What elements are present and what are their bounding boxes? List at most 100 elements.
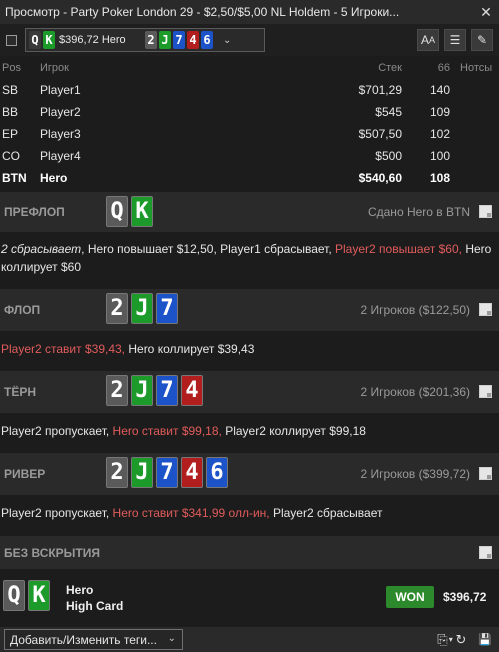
street-label: ФЛОП xyxy=(4,303,41,317)
header-player: Игрок xyxy=(40,62,69,74)
street-info: 2 Игроков ($122,50) xyxy=(360,303,471,317)
result-player: Hero High Card xyxy=(66,582,123,614)
player-hands: 100 xyxy=(429,149,450,163)
playing-card: 7 xyxy=(156,457,178,488)
title-bar: Просмотр - Party Poker London 29 - $2,50… xyxy=(0,0,499,24)
action-text: Player2 ставит $39,43, xyxy=(1,342,126,356)
player-name: Player4 xyxy=(40,149,81,163)
player-stack: $507,50 xyxy=(358,127,402,141)
header-stack: Стек xyxy=(378,62,402,74)
preflop-section: ПРЕФЛОП QK Сдано Hero в BTN xyxy=(0,192,499,232)
header-notes: Нотсы xyxy=(460,62,493,74)
result-player-name: Hero xyxy=(66,583,94,597)
street-info: 2 Игроков ($399,72) xyxy=(360,467,471,481)
list-button[interactable]: ☰ xyxy=(444,29,466,51)
mini-card: 7 xyxy=(173,31,185,49)
player-name: Player2 xyxy=(40,105,81,119)
player-pos: CO xyxy=(2,149,20,163)
player-hands: 140 xyxy=(429,83,450,97)
player-row[interactable]: CO Player4 $500 100 xyxy=(0,145,499,167)
action-text: Player2 сбрасывает xyxy=(269,506,383,520)
result-hand-rank: High Card xyxy=(66,599,124,613)
won-badge: WON xyxy=(386,586,434,608)
refresh-button[interactable]: ↻ xyxy=(452,630,470,649)
playing-card: 6 xyxy=(206,457,228,488)
preflop-cards: QK xyxy=(106,196,153,227)
toolbar: QK $396,72 Hero 2J746 ⌄ AA ☰ ✎ xyxy=(0,24,499,56)
chevron-down-icon: ⌄ xyxy=(223,34,232,46)
mini-card: K xyxy=(43,31,55,49)
close-icon[interactable]: ✕ xyxy=(473,4,499,21)
turn-actions: Player2 пропускает, Hero ставит $99,18, … xyxy=(0,422,499,440)
playing-card: J xyxy=(131,293,153,324)
player-pos: EP xyxy=(2,127,19,141)
street-label: БЕЗ ВСКРЫТИЯ xyxy=(4,546,101,560)
playing-card: J xyxy=(131,457,153,488)
player-hands: 109 xyxy=(429,105,450,119)
street-label: ПРЕФЛОП xyxy=(4,205,65,219)
street-label: РИВЕР xyxy=(4,467,46,481)
action-text: Hero ставит $341,99 олл-ин, xyxy=(112,506,270,520)
chevron-down-icon: ⌄ xyxy=(167,633,176,644)
list-icon: ☰ xyxy=(449,33,461,47)
font-icon: A xyxy=(420,33,429,47)
action-text: 2 сбрасывает xyxy=(1,242,82,256)
flop-cards: 2J7 xyxy=(106,293,178,324)
window-title: Просмотр - Party Poker London 29 - $2,50… xyxy=(5,5,400,19)
player-name: Player3 xyxy=(40,127,81,141)
copy-icon: ⎘ xyxy=(437,631,448,647)
preflop-actions: 2 сбрасывает, Hero повышает $12,50, Play… xyxy=(0,240,499,276)
select-hand-checkbox[interactable] xyxy=(6,34,17,46)
street-label: ТЁРН xyxy=(4,385,37,399)
note-icon[interactable] xyxy=(479,205,492,218)
selector-hole-cards: QK xyxy=(29,31,55,49)
action-text: Player2 коллирует $99,18 xyxy=(221,424,366,438)
font-size-button[interactable]: AA xyxy=(417,29,439,51)
players-table-header: Pos Игрок Стек 66 Нотсы xyxy=(0,58,499,78)
playing-card: 2 xyxy=(106,293,128,324)
playing-card: 4 xyxy=(181,457,203,488)
player-pos: SB xyxy=(2,83,19,97)
save-icon: 💾 xyxy=(478,634,492,646)
player-row[interactable]: EP Player3 $507,50 102 xyxy=(0,123,499,145)
edit-button[interactable]: ✎ xyxy=(471,29,493,51)
action-text: Player2 пропускает, xyxy=(1,424,113,438)
result-row: QK Hero High Card WON $396,72 xyxy=(0,573,499,621)
note-icon[interactable] xyxy=(479,385,492,398)
playing-card: 7 xyxy=(156,293,178,324)
hand-selector-dropdown[interactable]: QK $396,72 Hero 2J746 ⌄ xyxy=(25,28,265,52)
note-icon[interactable] xyxy=(479,303,492,316)
selector-board-cards: 2J746 xyxy=(145,31,213,49)
refresh-icon: ↻ xyxy=(455,631,467,647)
player-pos: BTN xyxy=(2,171,27,185)
player-hands: 102 xyxy=(429,127,450,141)
action-text: Hero ставит $99,18, xyxy=(112,424,222,438)
river-actions: Player2 пропускает, Hero ставит $341,99 … xyxy=(0,504,499,522)
river-section: РИВЕР 2J746 2 Игроков ($399,72) xyxy=(0,453,499,495)
player-stack: $545 xyxy=(375,105,402,119)
mini-card: 2 xyxy=(145,31,157,49)
player-stack: $540,60 xyxy=(358,171,402,185)
hero-player-row[interactable]: BTN Hero $540,60 108 xyxy=(0,167,499,189)
player-row[interactable]: SB Player1 $701,29 140 xyxy=(0,79,499,101)
header-hands: 66 xyxy=(437,62,450,74)
playing-card: Q xyxy=(106,196,128,227)
note-icon[interactable] xyxy=(479,467,492,480)
turn-cards: 2J74 xyxy=(106,375,203,406)
playing-card: K xyxy=(28,580,50,611)
player-hands: 108 xyxy=(429,171,450,185)
save-button[interactable]: 💾 xyxy=(476,630,494,649)
won-amount: $396,72 xyxy=(443,590,487,604)
mini-card: Q xyxy=(29,31,41,49)
playing-card: 2 xyxy=(106,375,128,406)
pencil-icon: ✎ xyxy=(476,33,488,47)
font-small-icon: A xyxy=(429,35,436,45)
playing-card: Q xyxy=(3,580,25,611)
player-row[interactable]: BB Player2 $545 109 xyxy=(0,101,499,123)
tags-dropdown[interactable]: Добавить/Изменить теги... ⌄ xyxy=(4,629,183,650)
street-info: Сдано Hero в BTN xyxy=(367,205,470,219)
river-cards: 2J746 xyxy=(106,457,228,488)
note-icon[interactable] xyxy=(479,546,492,559)
playing-card: 4 xyxy=(181,375,203,406)
turn-section: ТЁРН 2J74 2 Игроков ($201,36) xyxy=(0,371,499,413)
